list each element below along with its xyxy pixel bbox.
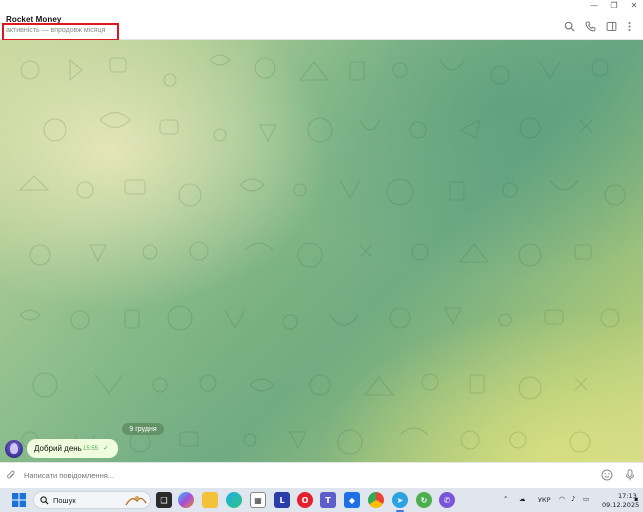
language-indicator[interactable]: УКР (538, 496, 551, 504)
more-vertical-icon[interactable] (622, 19, 636, 33)
telegram-window: — ❐ ✕ Rocket Money активність — впродовж… (0, 0, 643, 488)
message-time: 15:55 (83, 446, 99, 452)
maximize-button[interactable]: ❐ (606, 0, 622, 11)
search-icon (40, 496, 49, 505)
message-text: Добрий день (34, 444, 82, 453)
chat-header[interactable]: Rocket Money активність — впродовж місяц… (0, 11, 643, 41)
onedrive-icon[interactable]: ☁ (519, 495, 526, 503)
sidebar-toggle-icon[interactable] (604, 19, 618, 33)
chrome-icon[interactable] (368, 492, 384, 508)
telegram-icon[interactable]: ➤ (392, 492, 408, 508)
microphone-icon[interactable] (623, 468, 637, 482)
file-explorer-icon[interactable] (202, 492, 218, 508)
attach-icon[interactable] (4, 468, 18, 482)
windows-start-icon[interactable] (12, 493, 26, 507)
taskbar: Пошук ❑ ▦ L O T ◆ ➤ ↻ ✆ ⌃ ☁ УКР ◠ ♪ ▭ 17… (0, 488, 643, 512)
store-icon[interactable]: ▦ (250, 492, 266, 508)
doodle-pattern (18, 54, 626, 455)
search-icon[interactable] (562, 19, 576, 33)
message-composer (0, 462, 643, 487)
read-check-icon: ✓ (103, 444, 109, 452)
app-l-icon[interactable]: L (274, 492, 290, 508)
viber-icon[interactable]: ✆ (439, 492, 455, 508)
message-input[interactable] (24, 468, 584, 482)
close-button[interactable]: ✕ (626, 0, 642, 11)
taskbar-search[interactable]: Пошук (33, 491, 151, 509)
avatar[interactable] (5, 440, 23, 458)
title-bar: — ❐ ✕ (0, 0, 643, 11)
notification-icon[interactable]: ▪ (634, 495, 638, 503)
minimize-button[interactable]: — (586, 0, 602, 11)
date-separator: 9 грудня (122, 423, 164, 435)
task-view-icon[interactable]: ❑ (156, 492, 172, 508)
message-bubble[interactable]: Добрий день 15:55 ✓ (27, 439, 118, 458)
emoji-icon[interactable] (600, 468, 614, 482)
battery-icon[interactable]: ▭ (583, 495, 589, 503)
volume-icon[interactable]: ♪ (571, 495, 575, 503)
chat-background (0, 40, 643, 462)
opera-icon[interactable]: O (297, 492, 313, 508)
dropbox-icon[interactable]: ◆ (344, 492, 360, 508)
search-highlight-icon (125, 496, 147, 506)
highlight-annotation (2, 23, 119, 41)
wifi-icon[interactable]: ◠ (559, 495, 565, 503)
teams-icon[interactable]: T (320, 492, 336, 508)
tray-chevron-icon[interactable]: ⌃ (503, 495, 508, 503)
search-label: Пошук (53, 496, 76, 505)
edge-icon[interactable] (226, 492, 242, 508)
copilot-icon[interactable] (178, 492, 194, 508)
phone-icon[interactable] (583, 19, 597, 33)
whatsapp-green-icon[interactable]: ↻ (416, 492, 432, 508)
